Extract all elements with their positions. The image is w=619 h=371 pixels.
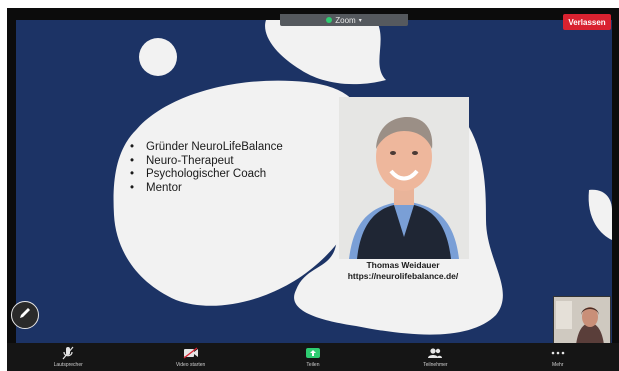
self-view-video[interactable] [553, 296, 611, 344]
toolbar-label: Video starten [175, 362, 206, 368]
chevron-down-icon: ▾ [358, 17, 362, 24]
bullet-item: Psychologischer Coach [130, 168, 283, 182]
speaker-caption: Thomas Weidauer https://neurolifebalance… [328, 260, 478, 282]
microphone-icon [62, 346, 74, 360]
bullet-item: Mentor [130, 182, 283, 196]
toolbar-label: Teilnehmer [423, 362, 448, 368]
bullet-item: Gründer NeuroLifeBalance [130, 141, 283, 155]
zoom-status-icon [326, 17, 333, 23]
toolbar-label: Teilen [306, 362, 320, 368]
pencil-icon [18, 306, 32, 325]
speaker-url: https://neurolifebalance.de/ [347, 271, 459, 281]
video-camera-icon [183, 346, 199, 360]
mute-button[interactable]: Lautsprecher [33, 346, 103, 368]
annotate-button[interactable] [11, 301, 39, 329]
participants-icon [427, 346, 443, 360]
more-icon [551, 346, 565, 360]
toolbar-label: Lautsprecher [53, 362, 83, 368]
shared-slide [16, 20, 612, 343]
start-video-button[interactable]: Video starten [156, 346, 226, 368]
zoom-title-bar[interactable]: Zoom ▾ [280, 14, 408, 26]
bullet-item: Neuro-Therapeut [130, 155, 283, 169]
speaker-photo [339, 97, 469, 259]
meeting-toolbar: Lautsprecher Video starten Teilen Teilne… [7, 343, 619, 371]
share-screen-button[interactable]: Teilen [278, 346, 348, 368]
more-button[interactable]: Mehr [523, 346, 593, 368]
leave-button[interactable]: Verlassen [563, 14, 611, 30]
participants-button[interactable]: Teilnehmer [400, 346, 470, 368]
app-title: Zoom [335, 15, 356, 25]
share-screen-icon [305, 346, 321, 360]
bullet-list: Gründer NeuroLifeBalance Neuro-Therapeut… [130, 141, 283, 195]
slide-decoration [113, 20, 612, 335]
toolbar-label: Mehr [552, 362, 564, 368]
speaker-name: Thomas Weidauer [366, 260, 440, 270]
